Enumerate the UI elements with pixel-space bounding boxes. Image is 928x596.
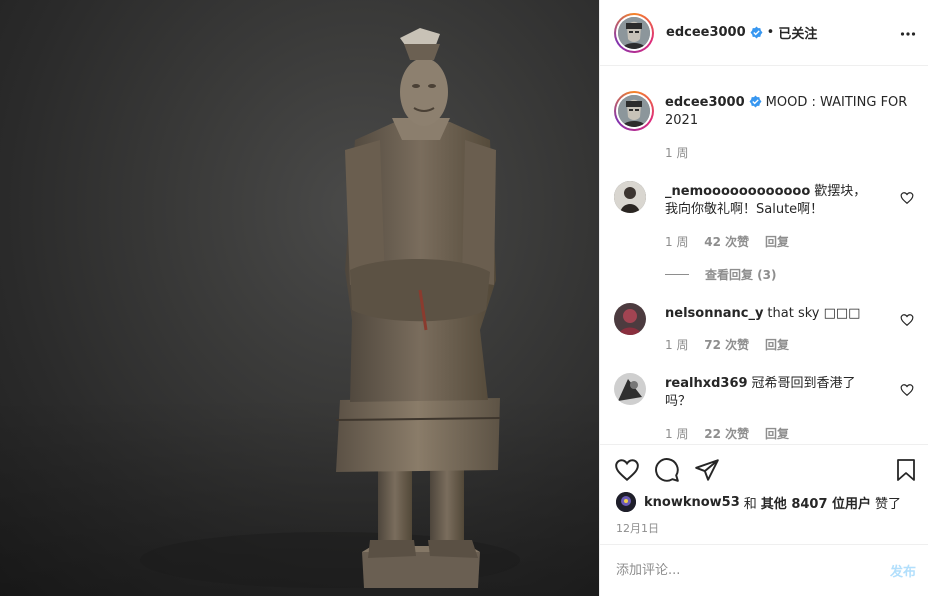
view-replies-button[interactable]: 查看回复 (3) <box>665 266 777 283</box>
caption-avatar <box>618 95 650 127</box>
likes-and: 和 <box>743 496 757 512</box>
comment-time: 1 周 <box>665 338 689 352</box>
comment-time: 1 周 <box>665 235 689 249</box>
comment-text: _nemoooooooooooo 歡摆块，我向你敬礼啊！Salute啊！ <box>665 183 878 219</box>
post-viewer: edcee3000 • 已关注 edcee3000 MOOD : WAITING … <box>0 0 928 596</box>
comment-content: that sky □□□ <box>767 306 861 321</box>
caption-row: edcee3000 MOOD : WAITING FOR 2021 1 周 <box>614 91 914 171</box>
commenter-avatar[interactable] <box>614 181 646 213</box>
comment-likes[interactable]: 42 次赞 <box>704 235 749 249</box>
caption-time: 1 周 <box>665 146 689 160</box>
comment-item: _nemoooooooooooo 歡摆块，我向你敬礼啊！Salute啊！ 1 周 … <box>614 181 914 291</box>
comment-meta: 1 周 22 次赞 回复 <box>665 425 801 442</box>
share-icon[interactable] <box>694 457 720 483</box>
author-avatar <box>618 16 650 49</box>
author-avatar-ring[interactable] <box>614 12 654 53</box>
post-comment-button[interactable]: 发布 <box>890 561 916 580</box>
comment-text: realhxd369 冠希哥回到香港了吗？ <box>665 375 878 411</box>
verified-icon <box>750 26 763 39</box>
comment-username[interactable]: _nemoooooooooooo <box>665 184 810 199</box>
comment-username[interactable]: realhxd369 <box>665 376 748 391</box>
caption-avatar-ring[interactable] <box>614 91 654 131</box>
header-text: edcee3000 • 已关注 <box>666 23 817 42</box>
add-comment-bar: 发布 <box>600 544 928 596</box>
comment-username[interactable]: nelsonnanc_y <box>665 306 763 321</box>
follow-status-button[interactable]: 已关注 <box>778 23 817 42</box>
liker-avatar[interactable] <box>616 492 636 512</box>
comment-icon[interactable] <box>654 457 680 483</box>
caption-text: edcee3000 MOOD : WAITING FOR 2021 <box>665 94 914 130</box>
comment-reply-button[interactable]: 回复 <box>765 338 789 352</box>
bookmark-icon[interactable] <box>894 457 918 483</box>
comment-like-heart-icon[interactable] <box>900 191 914 205</box>
likes-suffix: 赞了 <box>875 496 902 512</box>
verified-icon <box>749 95 762 108</box>
liker-username[interactable]: knowknow53 <box>644 495 740 510</box>
post-actions: knowknow53 和 其他 8407 位用户 赞了 12月1日 <box>600 444 928 544</box>
commenter-avatar[interactable] <box>614 373 646 405</box>
comment-text: nelsonnanc_y that sky □□□ <box>665 305 878 323</box>
caption-meta: 1 周 <box>665 144 700 161</box>
post-side-panel: edcee3000 • 已关注 edcee3000 MOOD : WAITING … <box>599 0 928 596</box>
comments-list[interactable]: edcee3000 MOOD : WAITING FOR 2021 1 周 _ne… <box>600 67 928 444</box>
post-date[interactable]: 12月1日 <box>616 520 659 536</box>
comment-likes[interactable]: 22 次赞 <box>704 427 749 441</box>
comment-meta: 1 周 42 次赞 回复 <box>665 233 801 250</box>
comment-like-heart-icon[interactable] <box>900 313 914 327</box>
likes-summary: knowknow53 和 其他 8407 位用户 赞了 <box>616 492 901 512</box>
comment-reply-button[interactable]: 回复 <box>765 427 789 441</box>
more-icon[interactable] <box>900 26 916 42</box>
comment-item: realhxd369 冠希哥回到香港了吗？ 1 周 22 次赞 回复 <box>614 373 914 444</box>
view-replies-label[interactable]: 查看回复 (3) <box>705 266 777 283</box>
comment-like-heart-icon[interactable] <box>900 383 914 397</box>
terracotta-warrior-image <box>140 28 520 588</box>
replies-divider <box>665 274 689 275</box>
post-photo[interactable] <box>0 0 599 596</box>
comment-input[interactable] <box>616 563 890 578</box>
caption-username[interactable]: edcee3000 <box>665 95 745 110</box>
author-username[interactable]: edcee3000 <box>666 25 746 40</box>
heart-icon[interactable] <box>614 457 640 483</box>
header-separator: • <box>766 25 775 40</box>
likes-others-link[interactable]: 其他 8407 位用户 <box>761 493 871 512</box>
comment-time: 1 周 <box>665 427 689 441</box>
comment-item: nelsonnanc_y that sky □□□ 1 周 72 次赞 回复 <box>614 303 914 363</box>
post-header: edcee3000 • 已关注 <box>600 0 928 66</box>
comment-reply-button[interactable]: 回复 <box>765 235 789 249</box>
comment-meta: 1 周 72 次赞 回复 <box>665 336 801 353</box>
commenter-avatar[interactable] <box>614 303 646 335</box>
comment-likes[interactable]: 72 次赞 <box>704 338 749 352</box>
